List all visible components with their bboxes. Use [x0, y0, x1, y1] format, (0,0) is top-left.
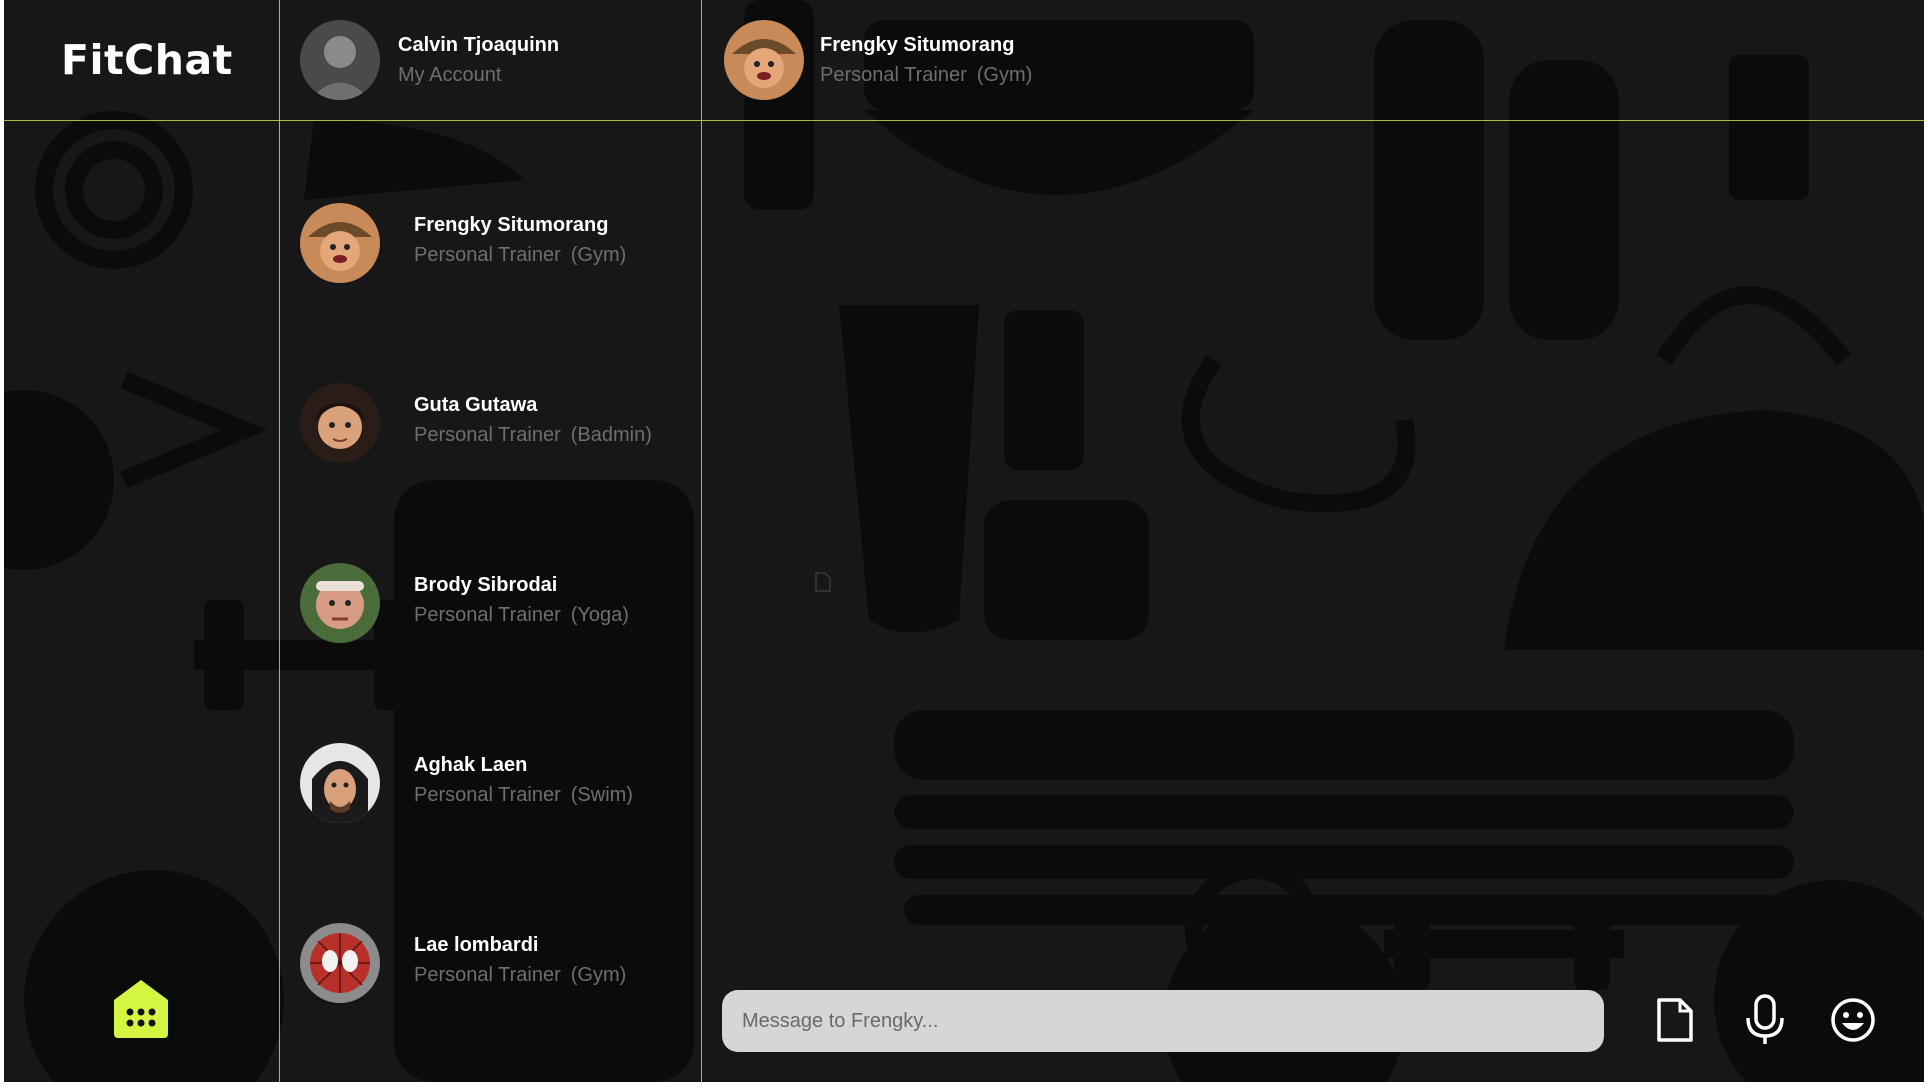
account-subtitle: My Account: [398, 64, 502, 86]
contact-name: Guta Gutawa: [414, 394, 538, 416]
attach-file-button[interactable]: [1648, 990, 1702, 1050]
apps-grid-icon: [114, 980, 168, 1038]
fitchat-app: FitChat Calvin Tjoaquinn My Account Fren…: [4, 0, 1924, 1082]
emoji-button[interactable]: [1826, 990, 1880, 1050]
contact-role-text: Personal Trainer: [414, 244, 561, 266]
contact-role-text: Personal Trainer: [414, 784, 561, 806]
active-chat-role: Personal Trainer (Gym): [820, 64, 1032, 87]
contact-avatar: [300, 203, 380, 283]
contact-name: Lae lombardi: [414, 934, 539, 956]
app-logo: FitChat: [61, 36, 233, 84]
microphone-icon: [1746, 994, 1784, 1044]
active-chat-role-text: Personal Trainer: [820, 64, 967, 86]
active-chat-specialty: (Gym): [976, 64, 1033, 86]
contact-avatar: [300, 383, 380, 463]
account-header[interactable]: Calvin Tjoaquinn My Account: [280, 0, 700, 120]
contact-name: Frengky Situmorang: [414, 214, 609, 236]
contact-specialty: (Yoga): [570, 604, 629, 626]
active-chat-avatar[interactable]: [724, 20, 804, 100]
contact-item-guta[interactable]: Guta Gutawa Personal Trainer (Badmin): [280, 361, 700, 511]
contact-role-text: Personal Trainer: [414, 964, 561, 986]
document-icon: [815, 572, 831, 592]
contact-avatar: [300, 563, 380, 643]
account-name: Calvin Tjoaquinn: [398, 34, 560, 56]
message-input[interactable]: [722, 990, 1604, 1052]
contact-name: Aghak Laen: [414, 754, 528, 776]
smiley-icon: [1831, 998, 1875, 1042]
voice-message-button[interactable]: [1738, 990, 1792, 1050]
contact-role-text: Personal Trainer: [414, 604, 561, 626]
account-avatar: [300, 20, 380, 100]
contact-role: Personal Trainer (Gym): [414, 244, 626, 267]
sidebar-divider-right: [701, 0, 702, 1082]
active-chat-name: Frengky Situmorang: [820, 34, 1015, 56]
contact-item-frengky[interactable]: Frengky Situmorang Personal Trainer (Gym): [280, 181, 700, 331]
contact-specialty: (Swim): [570, 784, 633, 806]
contact-list: Frengky Situmorang Personal Trainer (Gym)…: [280, 121, 701, 1082]
contact-role-text: Personal Trainer: [414, 424, 561, 446]
home-button[interactable]: [112, 978, 170, 1040]
contact-role: Personal Trainer (Gym): [414, 964, 626, 987]
contact-specialty: (Gym): [570, 964, 627, 986]
contact-role: Personal Trainer (Swim): [414, 784, 633, 807]
contact-specialty: (Badmin): [570, 424, 652, 446]
chat-header: Frengky Situmorang Personal Trainer (Gym): [702, 0, 1302, 120]
contact-name: Brody Sibrodai: [414, 574, 558, 596]
contact-role: Personal Trainer (Badmin): [414, 424, 652, 447]
contact-specialty: (Gym): [570, 244, 627, 266]
contact-item-brody[interactable]: Brody Sibrodai Personal Trainer (Yoga): [280, 541, 700, 691]
contact-avatar: [300, 923, 380, 1003]
contact-item-lae[interactable]: Lae lombardi Personal Trainer (Gym): [280, 901, 700, 1051]
contact-avatar: [300, 743, 380, 823]
contact-role: Personal Trainer (Yoga): [414, 604, 629, 627]
document-icon: [1657, 998, 1693, 1042]
contact-item-aghak[interactable]: Aghak Laen Personal Trainer (Swim): [280, 721, 700, 871]
